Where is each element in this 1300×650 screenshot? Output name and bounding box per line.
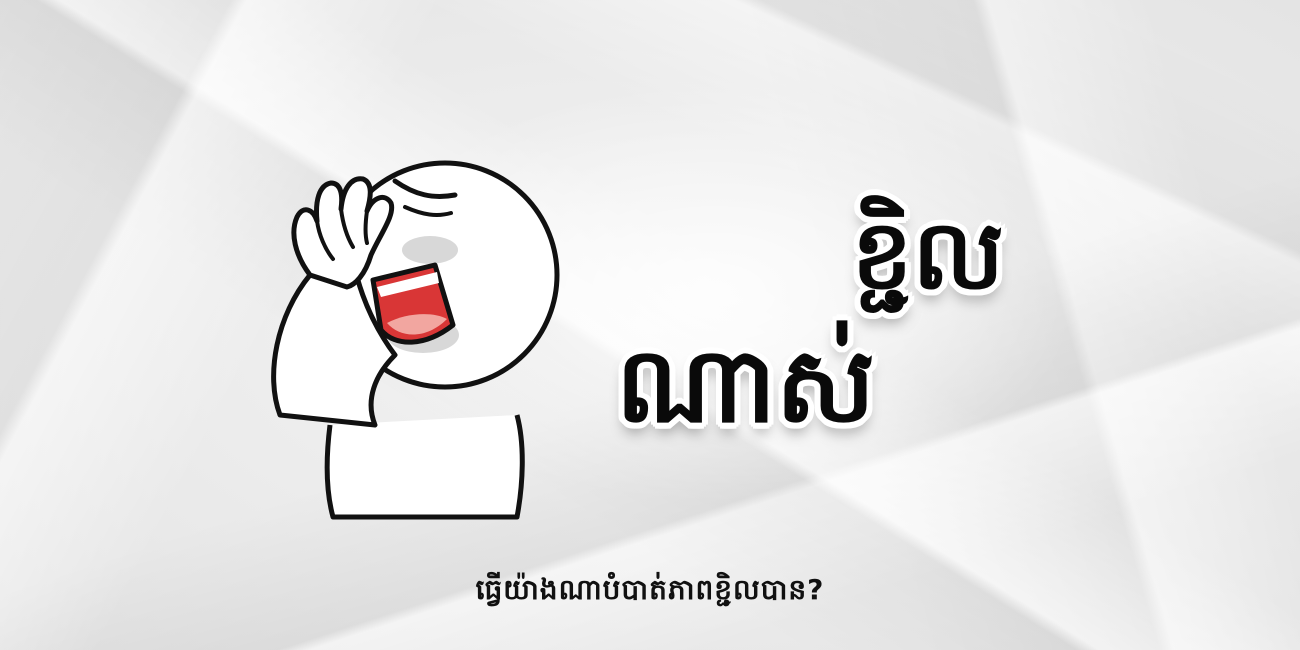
page-title: ខ្ជិល ណាស់ xyxy=(560,195,1060,455)
title-line-2: ណាស់ xyxy=(616,324,875,446)
cheek-shadow xyxy=(402,236,458,264)
question-text: ធ្វើយ៉ាងណាបំបាត់ភាពខ្ជិលបាន? xyxy=(475,573,825,606)
finger-line xyxy=(363,209,369,245)
facepalm-character-icon xyxy=(271,160,560,520)
character-body xyxy=(324,414,525,520)
title-line-1: ខ្ជិល xyxy=(851,199,1004,311)
